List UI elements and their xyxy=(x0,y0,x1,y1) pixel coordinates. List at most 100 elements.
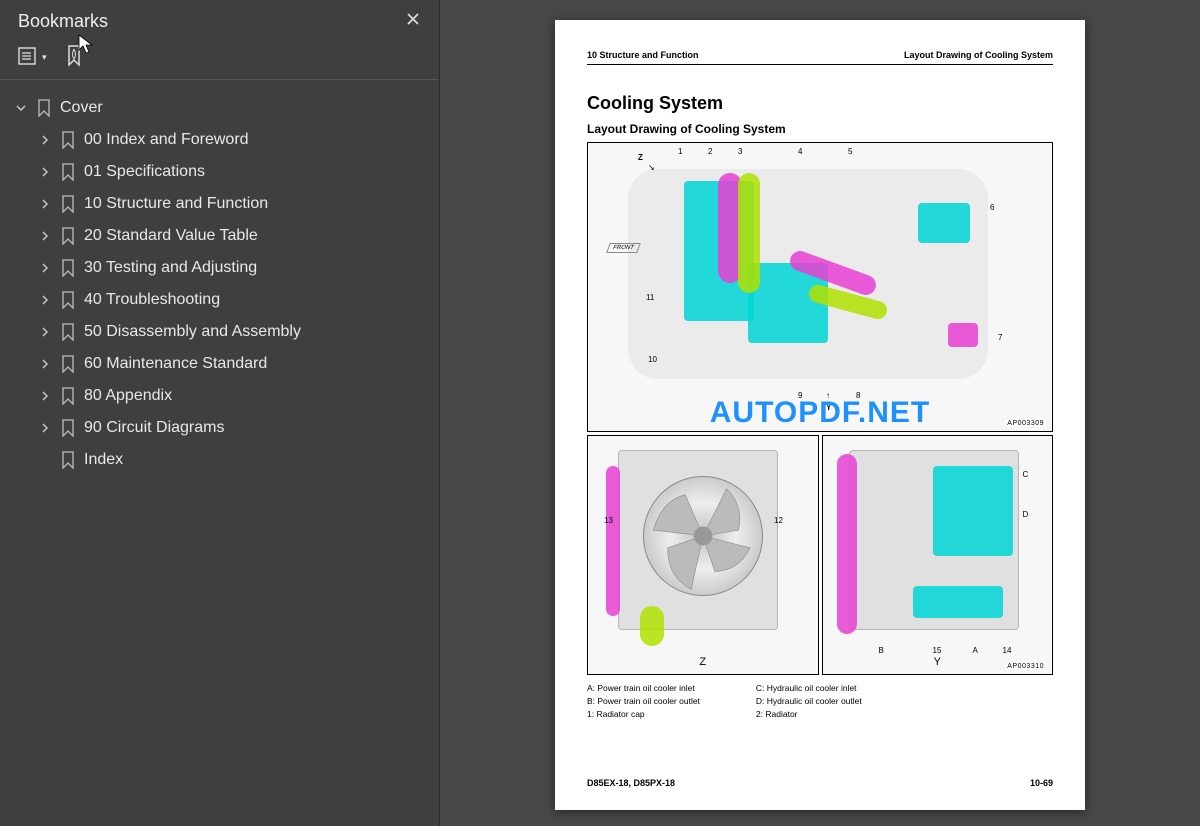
chevron-right-icon[interactable] xyxy=(38,263,52,273)
bookmarks-header: Bookmarks xyxy=(0,0,439,37)
bookmark-icon xyxy=(60,450,76,470)
z-arrow-icon: ↘ xyxy=(648,163,655,172)
header-right: Layout Drawing of Cooling System xyxy=(904,50,1053,60)
bookmark-item-20[interactable]: 20 Standard Value Table xyxy=(8,220,431,252)
callout-4: 4 xyxy=(798,147,802,156)
bookmark-item-index[interactable]: Index xyxy=(8,444,431,476)
chevron-down-icon: ▾ xyxy=(42,52,47,63)
legend-item: D: Hydraulic oil cooler outlet xyxy=(756,696,862,706)
pdf-viewport[interactable]: AUTOPDF.NET 10 Structure and Function La… xyxy=(440,0,1200,826)
chevron-right-icon[interactable] xyxy=(38,167,52,177)
bookmarks-panel: Bookmarks ▾ Cover 00 Index and Foreword xyxy=(0,0,440,826)
bookmark-label: 20 Standard Value Table xyxy=(84,227,258,245)
bookmark-item-01[interactable]: 01 Specifications xyxy=(8,156,431,188)
bookmark-item-60[interactable]: 60 Maintenance Standard xyxy=(8,348,431,380)
bookmark-cover[interactable]: Cover xyxy=(8,92,431,124)
legend-item: A: Power train oil cooler inlet xyxy=(587,683,700,693)
bookmark-label: 80 Appendix xyxy=(84,387,172,405)
page-header: 10 Structure and Function Layout Drawing… xyxy=(587,50,1053,65)
bookmark-label: 90 Circuit Diagrams xyxy=(84,419,224,437)
footer-left: D85EX-18, D85PX-18 xyxy=(587,778,675,788)
callout-14: 14 xyxy=(1003,646,1012,655)
bookmark-label: 30 Testing and Adjusting xyxy=(84,259,257,277)
legend: A: Power train oil cooler inlet B: Power… xyxy=(587,683,1053,719)
cursor-icon xyxy=(78,34,94,56)
front-arrow-label: FRONT xyxy=(606,243,640,253)
page-footer: D85EX-18, D85PX-18 10-69 xyxy=(587,778,1053,788)
bookmark-icon xyxy=(60,290,76,310)
chevron-right-icon[interactable] xyxy=(38,327,52,337)
callout-12: 12 xyxy=(774,516,783,525)
close-icon[interactable] xyxy=(405,10,421,33)
bookmark-label: 10 Structure and Function xyxy=(84,195,268,213)
figure-code-1: AP003309 xyxy=(1005,420,1046,427)
page-subtitle: Layout Drawing of Cooling System xyxy=(587,122,1053,136)
bookmark-label: 00 Index and Foreword xyxy=(84,131,249,149)
bookmark-item-10[interactable]: 10 Structure and Function xyxy=(8,188,431,220)
chevron-right-icon[interactable] xyxy=(38,423,52,433)
chevron-right-icon[interactable] xyxy=(38,391,52,401)
bookmark-label: 40 Troubleshooting xyxy=(84,291,220,309)
bookmark-label: Cover xyxy=(60,99,103,117)
callout-8: 8 xyxy=(856,391,860,400)
callout-1: 1 xyxy=(678,147,682,156)
chevron-right-icon[interactable] xyxy=(38,231,52,241)
bookmarks-toolbar: ▾ xyxy=(0,37,439,80)
callout-7: 7 xyxy=(998,333,1002,342)
bookmark-label: 01 Specifications xyxy=(84,163,205,181)
pdf-page: 10 Structure and Function Layout Drawing… xyxy=(555,20,1085,810)
figure-z-view: 13 12 Z xyxy=(587,435,819,675)
chevron-right-icon[interactable] xyxy=(38,199,52,209)
bookmark-icon xyxy=(60,354,76,374)
chevron-right-icon[interactable] xyxy=(38,359,52,369)
bookmark-label: 60 Maintenance Standard xyxy=(84,355,267,373)
chevron-right-icon[interactable] xyxy=(38,135,52,145)
callout-3: 3 xyxy=(738,147,742,156)
callout-15: 15 xyxy=(933,646,942,655)
legend-item: 1: Radiator cap xyxy=(587,709,700,719)
bookmark-icon xyxy=(60,162,76,182)
bookmark-label: Index xyxy=(84,451,123,469)
bookmark-icon xyxy=(60,130,76,150)
bookmark-item-80[interactable]: 80 Appendix xyxy=(8,380,431,412)
callout-A: A xyxy=(973,646,978,655)
page-title: Cooling System xyxy=(587,93,1053,114)
callout-B: B xyxy=(879,646,884,655)
bookmark-tree: Cover 00 Index and Foreword 01 Specifica… xyxy=(0,80,439,488)
callout-9: 9 xyxy=(798,391,802,400)
figure-y-view: C D B A 15 14 Y AP003310 xyxy=(822,435,1054,675)
callout-6: 6 xyxy=(990,203,994,212)
callout-D: D xyxy=(1023,510,1029,519)
view-label-z: Z xyxy=(699,656,706,668)
options-button[interactable]: ▾ xyxy=(18,47,47,67)
figure-iso-view: Z ↘ Y ↑ FRONT 1 2 3 4 5 6 7 8 9 10 11 AP… xyxy=(587,142,1053,432)
bookmarks-title: Bookmarks xyxy=(18,11,108,32)
footer-right: 10-69 xyxy=(1030,778,1053,788)
bookmark-label: 50 Disassembly and Assembly xyxy=(84,323,301,341)
callout-5: 5 xyxy=(848,147,852,156)
view-label-y: Y xyxy=(934,656,941,668)
y-arrow-icon: ↑ xyxy=(826,391,830,400)
bookmark-item-40[interactable]: 40 Troubleshooting xyxy=(8,284,431,316)
view-y-label: Y xyxy=(826,403,831,412)
bookmark-icon xyxy=(60,194,76,214)
bookmark-icon xyxy=(60,226,76,246)
bookmark-item-30[interactable]: 30 Testing and Adjusting xyxy=(8,252,431,284)
bookmark-item-50[interactable]: 50 Disassembly and Assembly xyxy=(8,316,431,348)
figure-code-2: AP003310 xyxy=(1005,663,1046,670)
bookmark-icon xyxy=(60,418,76,438)
legend-item: C: Hydraulic oil cooler inlet xyxy=(756,683,862,693)
bookmark-item-00[interactable]: 00 Index and Foreword xyxy=(8,124,431,156)
callout-2: 2 xyxy=(708,147,712,156)
callout-11: 11 xyxy=(646,293,654,302)
bookmark-icon xyxy=(60,322,76,342)
chevron-down-icon[interactable] xyxy=(14,103,28,113)
callout-C: C xyxy=(1023,470,1029,479)
bookmark-item-90[interactable]: 90 Circuit Diagrams xyxy=(8,412,431,444)
header-left: 10 Structure and Function xyxy=(587,50,699,60)
bookmark-icon xyxy=(60,386,76,406)
bookmark-icon xyxy=(36,98,52,118)
callout-13: 13 xyxy=(604,516,613,525)
chevron-right-icon[interactable] xyxy=(38,295,52,305)
legend-item: B: Power train oil cooler outlet xyxy=(587,696,700,706)
